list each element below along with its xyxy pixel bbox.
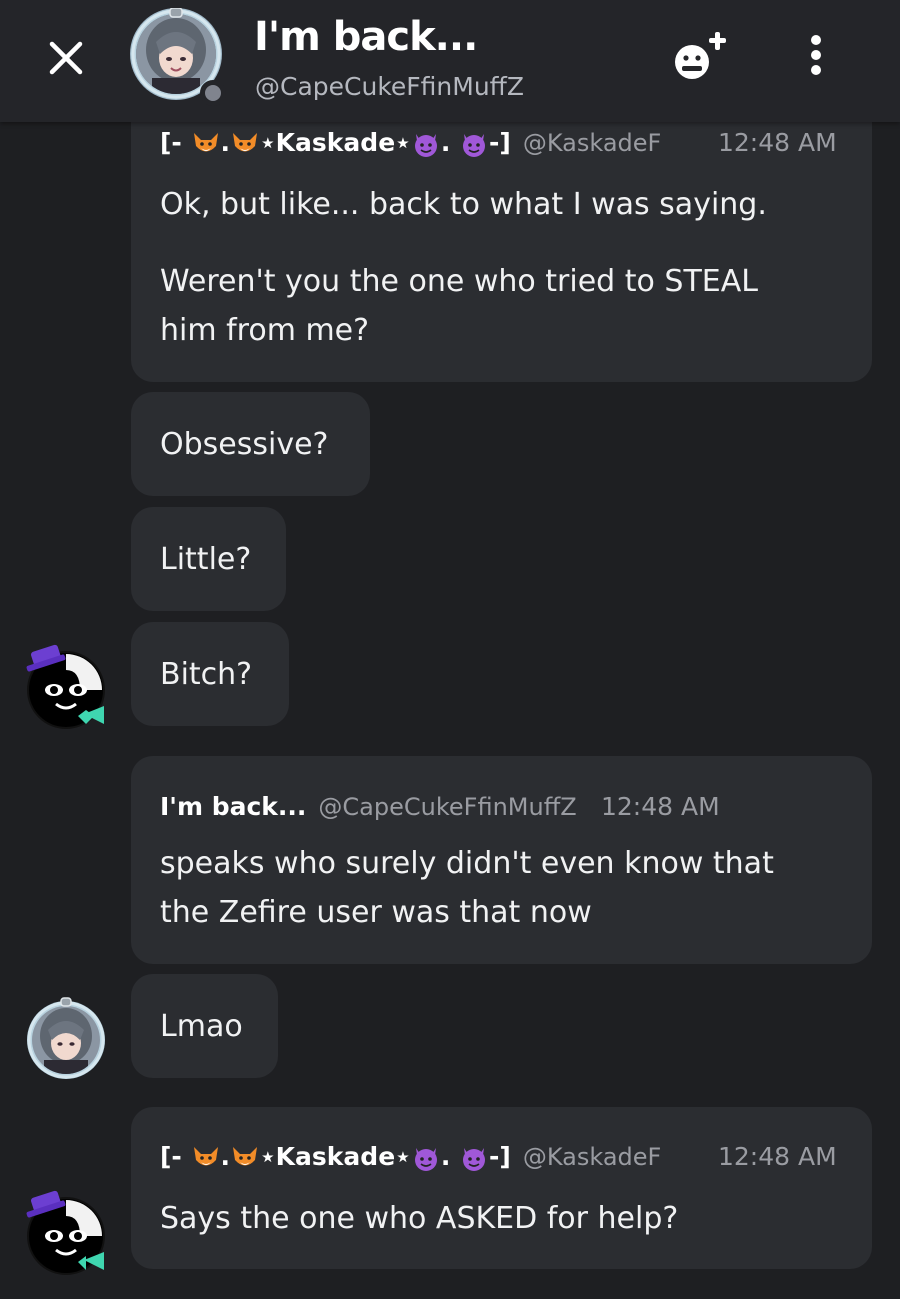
fox-emoji-icon [233,133,258,152]
close-button[interactable] [40,32,92,84]
sender-avatar[interactable] [20,1186,105,1275]
sender-avatar[interactable] [20,640,105,729]
fox-emoji-icon [233,1147,258,1166]
recipient-avatar[interactable] [130,8,226,106]
message-text: Ok, but like... back to what I was sayin… [160,187,767,222]
close-icon [49,41,83,75]
header-title[interactable]: I'm back... [254,14,478,60]
dm-header: I'm back... @CapeCukeFfinMuffZ [0,0,900,122]
message-bubble[interactable]: Obsessive? [131,392,370,496]
fox-emoji-icon [193,133,218,152]
add-friend-icon [675,32,726,79]
devil-emoji-icon [463,134,486,157]
message-timestamp: 12:48 AM [601,792,720,821]
message-bubble[interactable]: I'm back... @CapeCukeFfinMuffZ 12:48 AM … [131,756,872,964]
message-author-line: [- . ⋆Kaskade⋆ . -] @KaskadeF [160,128,661,158]
message-bubble[interactable]: Lmao [131,974,278,1078]
message-bubble[interactable]: Bitch? [131,622,289,726]
author-handle: @CapeCukeFfinMuffZ [318,793,577,821]
panda-avatar-image [26,1190,105,1275]
author-name[interactable]: [- . ⋆Kaskade⋆ . -] [160,1142,511,1172]
devil-emoji-icon [414,134,437,157]
devil-emoji-icon [414,1148,437,1171]
author-name[interactable]: [- . ⋆Kaskade⋆ . -] [160,128,511,158]
author-handle: @KaskadeF [522,129,662,157]
message-author-line: I'm back... @CapeCukeFfinMuffZ [160,792,577,821]
sender-avatar[interactable] [24,996,108,1080]
message-bubble[interactable]: [- . ⋆Kaskade⋆ . [131,106,872,382]
message-text: Bitch? [160,657,253,692]
message-timestamp: 12:48 AM [718,128,837,157]
message-text: him from me? [160,313,370,348]
message-timestamp: 12:48 AM [718,1142,837,1171]
header-handle: @CapeCukeFfinMuffZ [255,72,525,101]
add-friend-button[interactable] [668,28,736,88]
message-text: the Zefire user was that now [160,895,592,930]
message-text: Obsessive? [160,427,329,462]
message-text: speaks who surely didn't even know that [160,846,774,881]
message-text: Weren't you the one who tried to STEAL [160,264,758,299]
message-bubble[interactable]: [- . ⋆Kaskade⋆ . [131,1107,872,1269]
dm-screen: I'm back... @CapeCukeFfinMuffZ [- . ⋆Kas… [0,0,900,1299]
message-bubble[interactable]: Little? [131,507,286,611]
message-text: Lmao [160,1009,243,1044]
author-name[interactable]: I'm back... [160,792,306,821]
message-text: Little? [160,542,252,577]
devil-emoji-icon [463,1148,486,1171]
more-vertical-icon [811,35,821,75]
status-offline-indicator [200,80,226,106]
anime-avatar-image [27,997,105,1079]
panda-avatar-image [26,644,105,729]
more-options-button[interactable] [796,34,836,78]
message-author-line: [- . ⋆Kaskade⋆ . -] @KaskadeF [160,1142,661,1172]
author-handle: @KaskadeF [522,1143,662,1171]
fox-emoji-icon [193,1147,218,1166]
message-text: Says the one who ASKED for help? [160,1201,679,1236]
